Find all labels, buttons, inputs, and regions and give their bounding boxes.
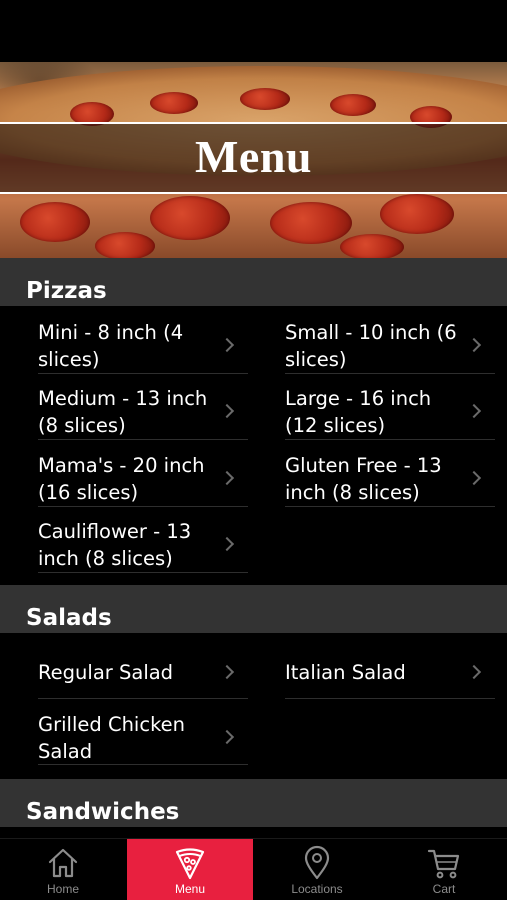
section-header-sandwiches: Sandwiches [0, 779, 507, 827]
location-pin-icon [304, 845, 330, 880]
section-title: Sandwiches [26, 799, 180, 825]
chevron-right-icon [219, 470, 235, 486]
chevron-right-icon [466, 337, 482, 353]
menu-item-label: Large - 16 inch (12 slices) [285, 387, 432, 437]
menu-item-label: Small - 10 inch (6 slices) [285, 321, 457, 371]
tab-home[interactable]: Home [0, 839, 126, 900]
hero-banner-pizza-image: Menu [0, 62, 507, 258]
section-salads-list: Regular Salad Italian Salad Grilled Chic… [0, 633, 507, 778]
menu-item-mini-pizza[interactable]: Mini - 8 inch (4 slices) [38, 316, 248, 374]
chevron-right-icon [219, 729, 235, 745]
tab-label: Cart [432, 882, 456, 896]
section-title: Salads [26, 605, 112, 631]
section-header-pizzas: Pizzas [0, 258, 507, 306]
menu-item-label: Mini - 8 inch (4 slices) [38, 321, 184, 371]
menu-item-label: Grilled Chicken Salad [38, 713, 186, 763]
menu-item-medium-pizza[interactable]: Medium - 13 inch (8 slices) [38, 382, 248, 440]
menu-item-label: Regular Salad [38, 661, 174, 684]
section-pizzas-list: Mini - 8 inch (4 slices) Small - 10 inch… [0, 306, 507, 584]
menu-item-label: Medium - 13 inch (8 slices) [38, 387, 208, 437]
menu-item-small-pizza[interactable]: Small - 10 inch (6 slices) [285, 316, 495, 374]
menu-item-mamas-pizza[interactable]: Mama's - 20 inch (16 slices) [38, 449, 248, 507]
chevron-right-icon [466, 470, 482, 486]
section-header-salads: Salads [0, 585, 507, 633]
menu-item-label: Italian Salad [285, 661, 406, 684]
tab-cart[interactable]: Cart [381, 839, 507, 900]
pepperoni [20, 202, 90, 242]
chevron-right-icon [219, 403, 235, 419]
cart-icon [427, 849, 460, 879]
menu-item-regular-salad[interactable]: Regular Salad [38, 641, 248, 699]
pepperoni [150, 196, 230, 240]
menu-item-gluten-free-pizza[interactable]: Gluten Free - 13 inch (8 slices) [285, 449, 495, 507]
menu-item-cauliflower-pizza[interactable]: Cauliflower - 13 inch (8 slices) [38, 515, 248, 573]
chevron-right-icon [466, 403, 482, 419]
menu-item-label: Mama's - 20 inch (16 slices) [38, 454, 205, 504]
tab-label: Home [46, 882, 79, 896]
section-title: Pizzas [26, 278, 107, 304]
tab-label: Locations [291, 882, 343, 896]
chevron-right-icon [219, 337, 235, 353]
menu-item-label: Gluten Free - 13 inch (8 slices) [285, 454, 442, 504]
menu-item-grilled-chicken-salad[interactable]: Grilled Chicken Salad [38, 707, 248, 765]
pepperoni [380, 194, 454, 234]
home-icon [48, 848, 78, 878]
pepperoni [270, 202, 352, 244]
pizza-slice-icon [175, 848, 205, 880]
pepperoni [95, 232, 155, 258]
page-title: Menu [195, 131, 312, 182]
menu-item-large-pizza[interactable]: Large - 16 inch (12 slices) [285, 382, 495, 440]
pepperoni [240, 88, 290, 110]
tab-locations[interactable]: Locations [254, 839, 380, 900]
tab-bar: Home Menu Locations Cart [0, 838, 507, 900]
pepperoni [340, 234, 404, 258]
pepperoni [150, 92, 198, 114]
pepperoni [330, 94, 376, 116]
status-bar [0, 0, 507, 62]
chevron-right-icon [219, 536, 235, 552]
tab-menu[interactable]: Menu [127, 839, 253, 900]
tab-label: Menu [174, 882, 206, 896]
menu-item-italian-salad[interactable]: Italian Salad [285, 641, 495, 699]
menu-item-label: Cauliflower - 13 inch (8 slices) [38, 520, 192, 570]
